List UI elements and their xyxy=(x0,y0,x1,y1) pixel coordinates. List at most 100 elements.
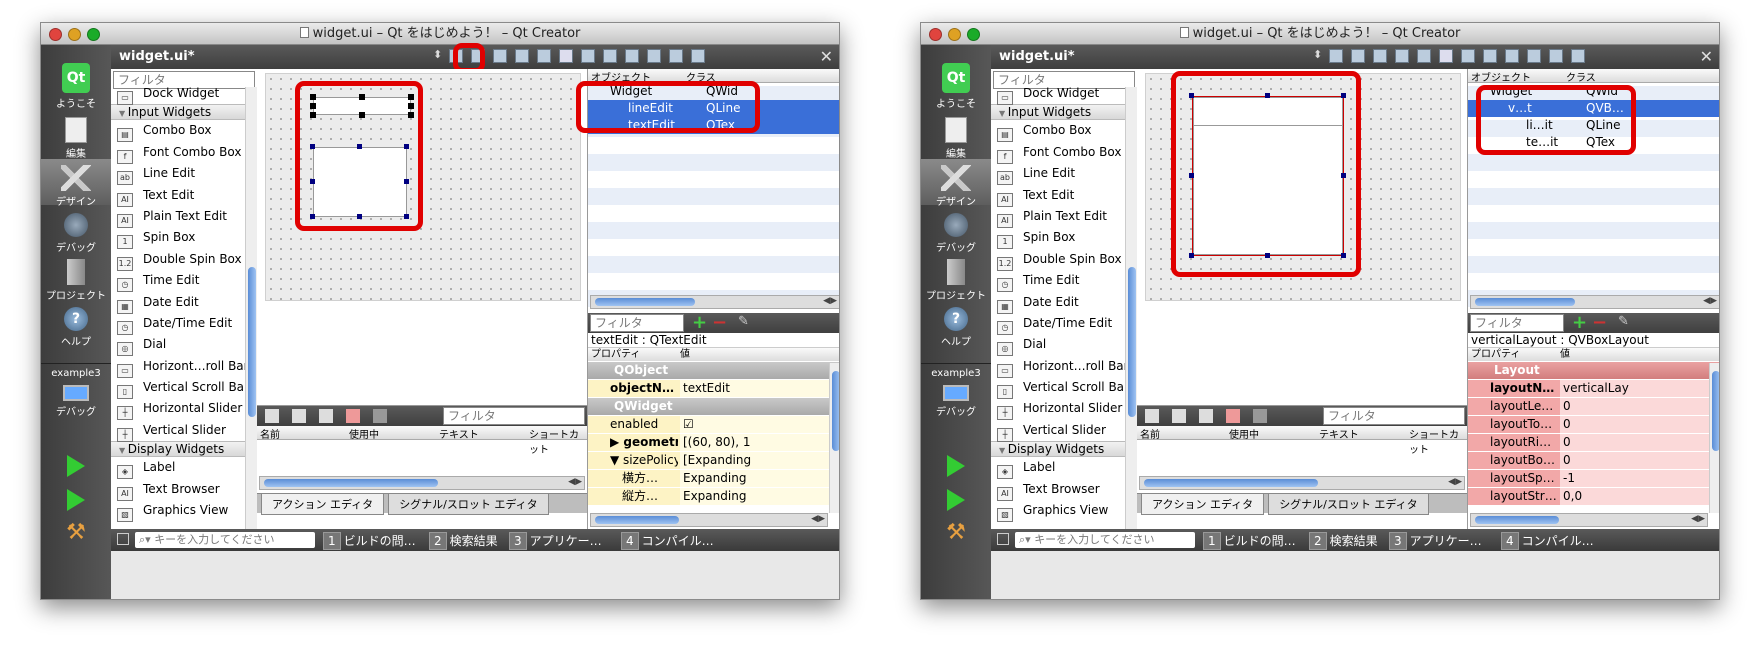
close-window-button[interactable] xyxy=(49,28,62,41)
widget-item-horizont-roll-bar[interactable]: ▭ Horizont…roll Bar xyxy=(111,356,257,378)
widget-item-horizontal-slider[interactable]: ┼ Horizontal Slider xyxy=(991,398,1137,421)
run-button[interactable] xyxy=(921,455,991,477)
remove-property-icon[interactable]: − xyxy=(712,312,727,333)
property-hscroll[interactable]: ◀▶ xyxy=(590,513,828,527)
adjust-size-icon[interactable] xyxy=(691,49,705,63)
close-window-button[interactable] xyxy=(929,28,942,41)
layout-form-icon[interactable] xyxy=(1505,49,1519,63)
property-row[interactable]: ▶ geometry[(60, 80), 1 xyxy=(588,434,839,452)
output-tab-application-output[interactable]: 3 アプリケー… xyxy=(509,532,602,550)
action-hscroll[interactable]: ◀▶ xyxy=(259,476,585,490)
property-row[interactable]: layoutRi… 0 xyxy=(1468,434,1719,452)
property-value[interactable]: [(60, 80), 1 xyxy=(680,434,830,451)
widget-item-plain-text-edit[interactable]: AI Plain Text Edit xyxy=(111,206,257,228)
output-tab-compile-output[interactable]: 4 コンパイル… xyxy=(621,532,714,550)
widget-item-vertical-slider[interactable]: ┼ Vertical Slider xyxy=(991,420,1137,442)
widget-item-time-edit[interactable]: ◷ Time Edit xyxy=(111,270,257,293)
run-button[interactable] xyxy=(41,455,111,477)
widget-item-dial[interactable]: ◎ Dial xyxy=(991,334,1137,357)
tab-action-editor[interactable]: アクション エディタ xyxy=(261,494,385,515)
break-layout-icon[interactable] xyxy=(669,49,683,63)
build-button[interactable]: ⚒ xyxy=(41,521,111,545)
mode-design[interactable]: デザイン xyxy=(41,159,111,208)
property-settings-icon[interactable]: ✎ xyxy=(1618,314,1629,329)
property-value[interactable]: textEdit xyxy=(680,380,830,397)
layout-grid-icon[interactable] xyxy=(647,49,661,63)
scrollbar-thumb[interactable] xyxy=(1144,479,1318,487)
remove-property-icon[interactable]: − xyxy=(1592,312,1607,333)
widget-item-line-edit[interactable]: ab Line Edit xyxy=(991,163,1137,186)
property-row[interactable]: layoutStr… 0,0 xyxy=(1468,488,1719,506)
output-tab-compile-output[interactable]: 4 コンパイル… xyxy=(1501,532,1594,550)
column-shortcut[interactable]: ショートカット xyxy=(1409,426,1467,456)
property-row[interactable]: enabled ☑ xyxy=(588,416,839,434)
toggle-sidebar-icon[interactable] xyxy=(997,533,1009,545)
property-group-header[interactable]: Layout xyxy=(1468,362,1719,380)
mode-help[interactable]: ? ヘルプ xyxy=(921,307,991,348)
column-shortcut[interactable]: ショートカット xyxy=(529,426,587,456)
widget-item-horizont-roll-bar[interactable]: ▭ Horizont…roll Bar xyxy=(991,356,1137,378)
object-hscroll[interactable]: ◀▶ xyxy=(1470,295,1719,309)
property-value[interactable]: 0 xyxy=(1560,416,1710,433)
adjust-size-icon[interactable] xyxy=(1571,49,1585,63)
zoom-window-button[interactable] xyxy=(967,28,980,41)
property-filter-input[interactable]: フィルタ xyxy=(590,314,684,332)
widget-item-plain-text-edit[interactable]: AI Plain Text Edit xyxy=(991,206,1137,228)
scrollbar-thumb[interactable] xyxy=(595,298,695,306)
property-hscroll[interactable]: ◀▶ xyxy=(1470,513,1708,527)
edit-signals-icon[interactable] xyxy=(1351,49,1365,63)
widget-item-text-edit[interactable]: AI Text Edit xyxy=(991,185,1137,207)
object-hscroll[interactable]: ◀▶ xyxy=(590,295,839,309)
layout-horizontal-icon[interactable] xyxy=(1417,49,1431,63)
widget-item-label[interactable]: ◈ Label xyxy=(111,457,257,480)
action-hscroll[interactable]: ◀▶ xyxy=(1139,476,1465,490)
file-switch-arrows-icon[interactable]: ⬍ xyxy=(1313,48,1322,61)
widget-item-date-time-edit[interactable]: ◷ Date/Time Edit xyxy=(111,313,257,335)
property-row[interactable]: layoutTo… 0 xyxy=(1468,416,1719,434)
widget-item-vertical-slider[interactable]: ┼ Vertical Slider xyxy=(111,420,257,442)
property-value[interactable]: 0,0 xyxy=(1560,488,1710,505)
property-row[interactable]: ▼ sizePolicy [Expanding xyxy=(588,452,839,470)
widget-item-dial[interactable]: ◎ Dial xyxy=(111,334,257,357)
debug-run-button[interactable] xyxy=(41,489,111,511)
widget-item-dock-widget[interactable]: ▭ Dock Widget xyxy=(111,83,257,105)
new-action-icon[interactable] xyxy=(265,409,279,423)
new-action-icon[interactable] xyxy=(1145,409,1159,423)
scroll-arrows-icon[interactable]: ◀▶ xyxy=(1691,514,1705,524)
widget-item-dock-widget[interactable]: ▭ Dock Widget xyxy=(991,83,1137,105)
settings-wrench-icon[interactable] xyxy=(1253,409,1267,423)
widget-item-line-edit[interactable]: ab Line Edit xyxy=(111,163,257,186)
property-value[interactable]: verticalLay xyxy=(1560,380,1710,397)
property-value[interactable]: 0 xyxy=(1560,452,1710,469)
widget-item-vertical-scroll-bar[interactable]: ▯ Vertical Scroll Bar xyxy=(991,377,1137,400)
column-name[interactable]: 名前 xyxy=(1140,426,1160,441)
edit-buddies-icon[interactable] xyxy=(1373,49,1387,63)
category-display-widgets[interactable]: Display Widgets xyxy=(111,441,257,458)
column-property[interactable]: プロパティ xyxy=(591,348,640,361)
property-vscroll[interactable] xyxy=(829,363,839,513)
column-used[interactable]: 使用中 xyxy=(349,426,379,441)
file-switch-arrows-icon[interactable]: ⬍ xyxy=(433,48,442,61)
column-value[interactable]: 値 xyxy=(680,348,690,361)
toggle-sidebar-icon[interactable] xyxy=(117,533,129,545)
property-value[interactable]: ☑ xyxy=(680,416,830,433)
open-file-label[interactable]: widget.ui* xyxy=(119,49,195,64)
widget-item-text-browser[interactable]: AI Text Browser xyxy=(111,479,257,501)
widget-item-combo-box[interactable]: ▤ Combo Box xyxy=(991,120,1137,143)
edit-buddies-icon[interactable] xyxy=(493,49,507,63)
property-group-header[interactable]: QWidget xyxy=(588,398,839,416)
widget-item-text-browser[interactable]: AI Text Browser xyxy=(991,479,1137,501)
property-value[interactable]: -1 xyxy=(1560,470,1710,487)
build-button[interactable]: ⚒ xyxy=(921,521,991,545)
widget-item-graphics-view[interactable]: ▧ Graphics View xyxy=(111,500,257,523)
output-tab-application-output[interactable]: 3 アプリケー… xyxy=(1389,532,1482,550)
scrollbar-thumb[interactable] xyxy=(248,267,256,417)
mode-welcome[interactable]: Qt ようこそ xyxy=(921,63,991,110)
column-value[interactable]: 値 xyxy=(1560,348,1570,361)
break-layout-icon[interactable] xyxy=(1549,49,1563,63)
column-name[interactable]: 名前 xyxy=(260,426,280,441)
property-row[interactable]: 縦方… Expanding xyxy=(588,488,839,506)
scrollbar-thumb[interactable] xyxy=(595,516,679,524)
zoom-window-button[interactable] xyxy=(87,28,100,41)
property-settings-icon[interactable]: ✎ xyxy=(738,314,749,329)
